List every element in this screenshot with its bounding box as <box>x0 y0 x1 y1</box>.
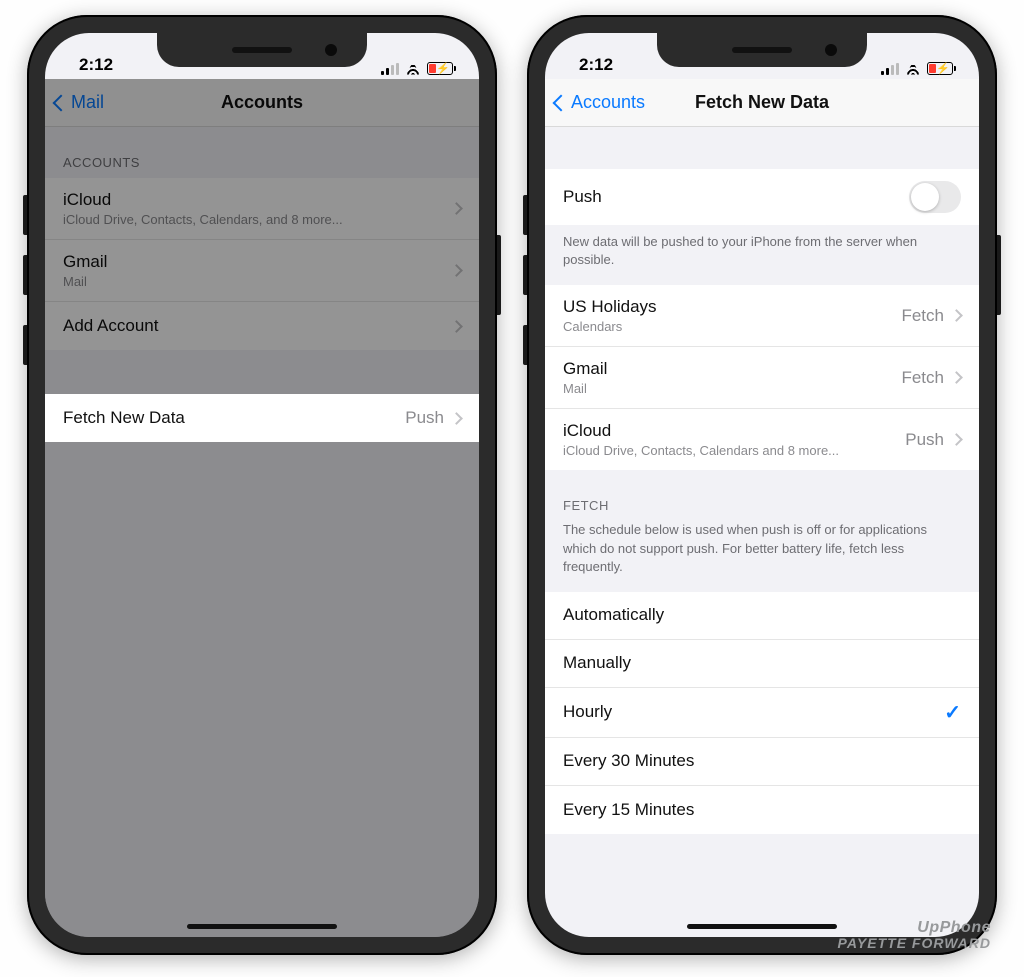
row-detail: Push <box>405 408 444 428</box>
notch <box>157 33 367 67</box>
row-label: Every 15 Minutes <box>563 800 961 820</box>
watermark-line2: PAYETTE FORWARD <box>838 936 991 951</box>
fetch-account-us-holidays[interactable]: US Holidays Calendars Fetch <box>545 285 979 347</box>
push-row[interactable]: Push <box>545 169 979 225</box>
back-label: Accounts <box>571 92 645 113</box>
row-label: Manually <box>563 653 961 673</box>
row-label: Gmail <box>63 252 452 272</box>
chevron-left-icon <box>53 94 70 111</box>
section-header-fetch: FETCH <box>545 470 979 521</box>
navbar: Mail Accounts <box>45 79 479 127</box>
fetch-option-automatically[interactable]: Automatically <box>545 592 979 640</box>
fetch-options-group: Automatically Manually Hourly ✓ Every 30… <box>545 592 979 834</box>
row-sub: Mail <box>563 381 901 396</box>
fetch-option-15min[interactable]: Every 15 Minutes <box>545 786 979 834</box>
push-group: Push <box>545 169 979 225</box>
fetch-account-gmail[interactable]: Gmail Mail Fetch <box>545 347 979 409</box>
fetch-new-data-row[interactable]: Fetch New Data Push <box>45 394 479 442</box>
fetch-option-manually[interactable]: Manually <box>545 640 979 688</box>
row-label: iCloud <box>563 421 905 441</box>
row-sub: Calendars <box>563 319 901 334</box>
row-label: Hourly <box>563 702 944 722</box>
notch <box>657 33 867 67</box>
back-label: Mail <box>71 92 104 113</box>
section-header-accounts: ACCOUNTS <box>45 127 479 178</box>
wifi-icon <box>905 63 921 75</box>
row-label: Automatically <box>563 605 961 625</box>
chevron-right-icon <box>450 264 463 277</box>
wifi-icon <box>405 63 421 75</box>
row-label: Fetch New Data <box>63 408 405 428</box>
push-footer: New data will be pushed to your iPhone f… <box>545 225 979 285</box>
back-button[interactable]: Mail <box>55 92 104 113</box>
navbar: Accounts Fetch New Data <box>545 79 979 127</box>
account-row-icloud[interactable]: iCloud iCloud Drive, Contacts, Calendars… <box>45 178 479 240</box>
row-label: Every 30 Minutes <box>563 751 961 771</box>
chevron-left-icon <box>553 94 570 111</box>
chevron-right-icon <box>450 412 463 425</box>
spacer <box>45 350 479 394</box>
status-time: 2:12 <box>79 55 113 75</box>
phone-right: 2:12 ⚡ Accounts Fetch New Data Push <box>527 15 997 955</box>
row-detail: Push <box>905 430 944 450</box>
chevron-right-icon <box>450 202 463 215</box>
check-icon: ✓ <box>944 700 961 725</box>
signal-icon <box>881 63 899 75</box>
battery-icon: ⚡ <box>427 62 453 75</box>
row-sub: iCloud Drive, Contacts, Calendars, and 8… <box>63 212 452 227</box>
chevron-right-icon <box>950 310 963 323</box>
back-button[interactable]: Accounts <box>555 92 645 113</box>
spacer <box>545 127 979 169</box>
fetch-screen: Accounts Fetch New Data Push New data wi… <box>545 79 979 937</box>
row-label: Add Account <box>63 316 452 336</box>
page-title: Accounts <box>221 92 303 113</box>
phone-left: 2:12 ⚡ Mail Accounts ACCOUNTS iCloud <box>27 15 497 955</box>
row-label: iCloud <box>63 190 452 210</box>
chevron-right-icon <box>950 434 963 447</box>
row-sub: Mail <box>63 274 452 289</box>
row-detail: Fetch <box>901 306 944 326</box>
fetch-accounts-group: US Holidays Calendars Fetch Gmail Mail F… <box>545 285 979 470</box>
push-switch[interactable] <box>909 181 961 213</box>
row-label: Push <box>563 187 909 207</box>
chevron-right-icon <box>950 372 963 385</box>
chevron-right-icon <box>450 320 463 333</box>
home-indicator <box>187 924 337 929</box>
fetch-option-hourly[interactable]: Hourly ✓ <box>545 688 979 738</box>
accounts-group: iCloud iCloud Drive, Contacts, Calendars… <box>45 178 479 350</box>
page-title: Fetch New Data <box>695 92 829 113</box>
fetch-account-icloud[interactable]: iCloud iCloud Drive, Contacts, Calendars… <box>545 409 979 470</box>
signal-icon <box>381 63 399 75</box>
account-row-gmail[interactable]: Gmail Mail <box>45 240 479 302</box>
row-label: Gmail <box>563 359 901 379</box>
row-detail: Fetch <box>901 368 944 388</box>
accounts-screen: Mail Accounts ACCOUNTS iCloud iCloud Dri… <box>45 79 479 937</box>
row-label: US Holidays <box>563 297 901 317</box>
battery-icon: ⚡ <box>927 62 953 75</box>
fetch-new-data-group: Fetch New Data Push <box>45 394 479 442</box>
row-sub: iCloud Drive, Contacts, Calendars and 8 … <box>563 443 905 458</box>
add-account-row[interactable]: Add Account <box>45 302 479 350</box>
fetch-footer: The schedule below is used when push is … <box>545 521 979 592</box>
home-indicator <box>687 924 837 929</box>
fetch-option-30min[interactable]: Every 30 Minutes <box>545 738 979 786</box>
status-time: 2:12 <box>579 55 613 75</box>
